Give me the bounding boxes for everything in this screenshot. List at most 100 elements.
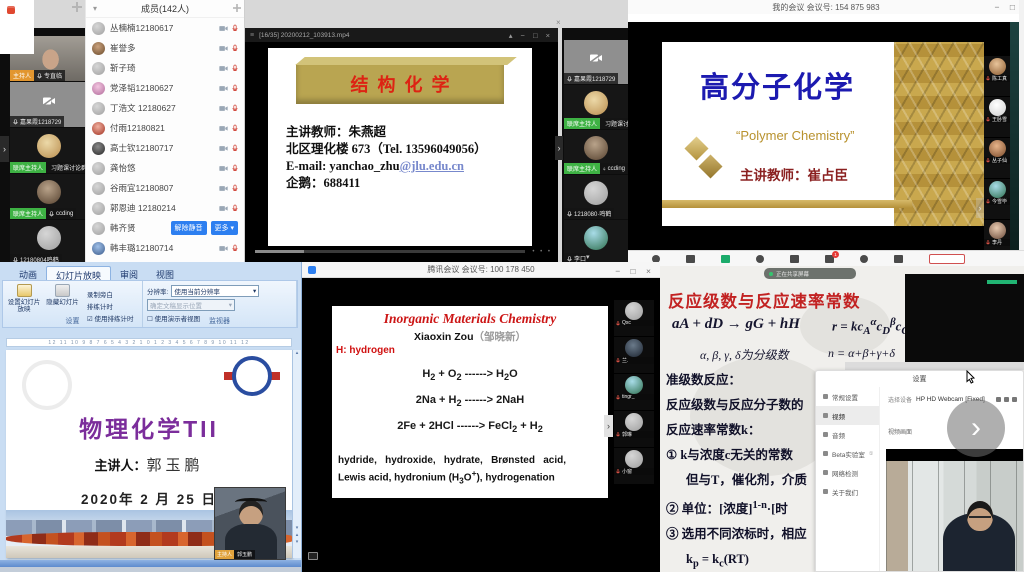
- settings-sidebar-item[interactable]: 音频: [816, 425, 879, 444]
- mic-muted-icon[interactable]: [232, 24, 238, 32]
- video-tile[interactable]: 1218080·鸣鹤: [564, 175, 628, 219]
- share-indicator-icon[interactable]: [308, 552, 318, 560]
- member-row[interactable]: 韩齐贤 解除静音 更多 ▾: [86, 218, 244, 238]
- camera-off-icon[interactable]: [219, 85, 228, 92]
- move-handle-icon[interactable]: [72, 2, 82, 12]
- mic-muted-icon[interactable]: [232, 104, 238, 112]
- settings-sidebar-item[interactable]: 视频: [816, 406, 879, 425]
- window-controls[interactable]: ▴ − □ ×: [509, 31, 553, 40]
- member-row[interactable]: 谷雨宜12180807 解除静音 更多 ▾: [86, 178, 244, 198]
- participant-tile[interactable]: 今雪毕: [984, 179, 1010, 219]
- mic-muted-icon[interactable]: [232, 64, 238, 72]
- participant-tile[interactable]: 郭琳: [614, 411, 654, 447]
- setup-slideshow-button[interactable]: 设置幻灯片放映: [7, 284, 41, 313]
- meeting-titlebar[interactable]: 腾讯会议 会议号: 100 178 450: [302, 262, 660, 278]
- scrollbar[interactable]: ▴ ▾ ▴ ▾: [292, 350, 301, 558]
- mic-muted-icon[interactable]: [232, 164, 238, 172]
- camera-off-icon[interactable]: [219, 205, 228, 212]
- mic-muted-icon[interactable]: [232, 184, 238, 192]
- resolution-dropdown[interactable]: 使用当前分辨率▾: [171, 285, 259, 297]
- camera-off-icon[interactable]: [219, 105, 228, 112]
- participant-tile[interactable]: Qxc: [614, 300, 654, 336]
- chevron-down-icon[interactable]: ▾: [93, 4, 97, 13]
- expand-strip-arrow[interactable]: ›: [976, 198, 984, 218]
- hide-slide-button[interactable]: 隐藏幻灯片: [45, 284, 79, 306]
- member-row[interactable]: 高士钦12180717 解除静音 更多 ▾: [86, 138, 244, 158]
- video-tile[interactable]: 嘉果霞1218729: [10, 82, 88, 127]
- expand-strip-arrow[interactable]: ›: [555, 136, 563, 160]
- camera-icon[interactable]: [686, 255, 695, 263]
- camera-off-icon[interactable]: [219, 65, 228, 72]
- more-button[interactable]: 更多 ▾: [211, 221, 238, 235]
- member-row[interactable]: 丛楠楠12180617 解除静音 更多 ▾: [86, 18, 244, 38]
- camera-off-icon[interactable]: [219, 125, 228, 132]
- video-tile[interactable]: 李口: [564, 220, 628, 264]
- camera-device-row[interactable]: 选择设备 HP HD Webcam [Fixed]: [888, 395, 1017, 404]
- player-titlebar[interactable]: ≡ [16/35] 20200212_103913.mp4 ▴ − □ ×: [245, 28, 558, 42]
- video-tile[interactable]: 联席主持人 习题课讨论群: [10, 128, 88, 173]
- expand-strip-arrow[interactable]: ›: [0, 136, 9, 162]
- member-row[interactable]: 韩丰璐12180714 解除静音 更多 ▾: [86, 238, 244, 258]
- video-tile[interactable]: 联席主持人 ccding: [10, 174, 88, 219]
- participant-tile[interactable]: 陈工真: [984, 56, 1010, 96]
- participant-tile[interactable]: 兰.: [614, 337, 654, 373]
- member-row[interactable]: 丁浩文 12180627 解除静音 更多 ▾: [86, 98, 244, 118]
- member-row[interactable]: 党泽韬12180627 解除静音 更多 ▾: [86, 78, 244, 98]
- video-tile[interactable]: 嘉果霞1218729: [564, 40, 628, 84]
- member-row[interactable]: 郭恩迪 12180214 解除静音 更多 ▾: [86, 198, 244, 218]
- settings-sidebar-item[interactable]: 常规设置: [816, 387, 879, 406]
- rehearse-timings-item[interactable]: 排练计时: [87, 301, 134, 311]
- participant-tile[interactable]: 小窗: [614, 448, 654, 484]
- collapse-strip-chevron[interactable]: ▾: [586, 253, 590, 261]
- menu-icon[interactable]: ≡: [250, 32, 254, 39]
- camera-off-icon[interactable]: [219, 145, 228, 152]
- participant-tile[interactable]: 王卧雪: [984, 97, 1010, 137]
- camera-off-icon[interactable]: [219, 25, 228, 32]
- chat-icon[interactable]: 1: [825, 255, 834, 263]
- mic-muted-icon[interactable]: [232, 144, 238, 152]
- member-row[interactable]: 靳子琦 解除静音 更多 ▾: [86, 58, 244, 78]
- video-tile[interactable]: 联席主持人 习题课讨论群: [564, 85, 628, 129]
- member-row[interactable]: 崔誉多 解除静音 更多 ▾: [86, 38, 244, 58]
- settings-sidebar-item[interactable]: 网络检测: [816, 463, 879, 482]
- expand-strip-arrow[interactable]: ›: [604, 415, 613, 437]
- video-tile[interactable]: 12180804鸣鹤: [10, 220, 88, 265]
- camera-off-icon[interactable]: [219, 165, 228, 172]
- record-icon[interactable]: [860, 255, 868, 263]
- presenter-webcam[interactable]: 主持人 郭玉鹏: [214, 487, 286, 560]
- member-row[interactable]: 龚怡悠 解除静音 更多 ▾: [86, 158, 244, 178]
- settings-icon[interactable]: [894, 255, 903, 263]
- window-controls[interactable]: − □ ×: [615, 266, 655, 276]
- mic-muted-icon[interactable]: [232, 244, 238, 252]
- camera-off-icon[interactable]: [219, 185, 228, 192]
- close-icon[interactable]: ×: [556, 18, 561, 27]
- email-link[interactable]: @jlu.edu.cn: [400, 159, 464, 173]
- settings-sidebar-item[interactable]: Beta实验室 ①: [816, 444, 879, 463]
- record-narration-item[interactable]: 录制旁白: [87, 289, 134, 299]
- camera-off-icon[interactable]: [219, 245, 228, 252]
- mic-muted-icon[interactable]: [232, 204, 238, 212]
- member-row[interactable]: 付雨12180821 解除静音 更多 ▾: [86, 118, 244, 138]
- camera-off-icon[interactable]: [219, 45, 228, 52]
- end-meeting-button[interactable]: [929, 254, 965, 264]
- monitor-dropdown[interactable]: 确定文稿显示位置▾: [147, 299, 235, 311]
- participant-tile[interactable]: 丛子仙: [984, 138, 1010, 178]
- members-icon[interactable]: [790, 255, 799, 263]
- screen-share-pill[interactable]: 正在共享屏幕: [764, 268, 856, 279]
- mic-muted-icon[interactable]: [232, 44, 238, 52]
- meeting-titlebar[interactable]: 我的会议 会议号: 154 875 983: [628, 0, 1024, 14]
- share-screen-icon[interactable]: [721, 255, 730, 263]
- invite-icon[interactable]: [756, 255, 764, 263]
- player-progress-bar[interactable]: [255, 250, 525, 253]
- mic-muted-icon[interactable]: [232, 124, 238, 132]
- mic-muted-icon[interactable]: [232, 84, 238, 92]
- device-option-icons[interactable]: [996, 397, 1017, 402]
- video-tile[interactable]: 联席主持人 ccding: [564, 130, 628, 174]
- settings-sidebar-item[interactable]: 关于我们: [816, 482, 879, 501]
- unmute-button[interactable]: 解除静音: [171, 221, 207, 235]
- next-image-arrow[interactable]: ›: [947, 399, 1005, 457]
- move-handle-icon[interactable]: [233, 4, 241, 12]
- window-controls[interactable]: − □: [995, 2, 1019, 12]
- player-controls-dots[interactable]: • • •: [532, 249, 552, 255]
- participant-tile[interactable]: tingr_: [614, 374, 654, 410]
